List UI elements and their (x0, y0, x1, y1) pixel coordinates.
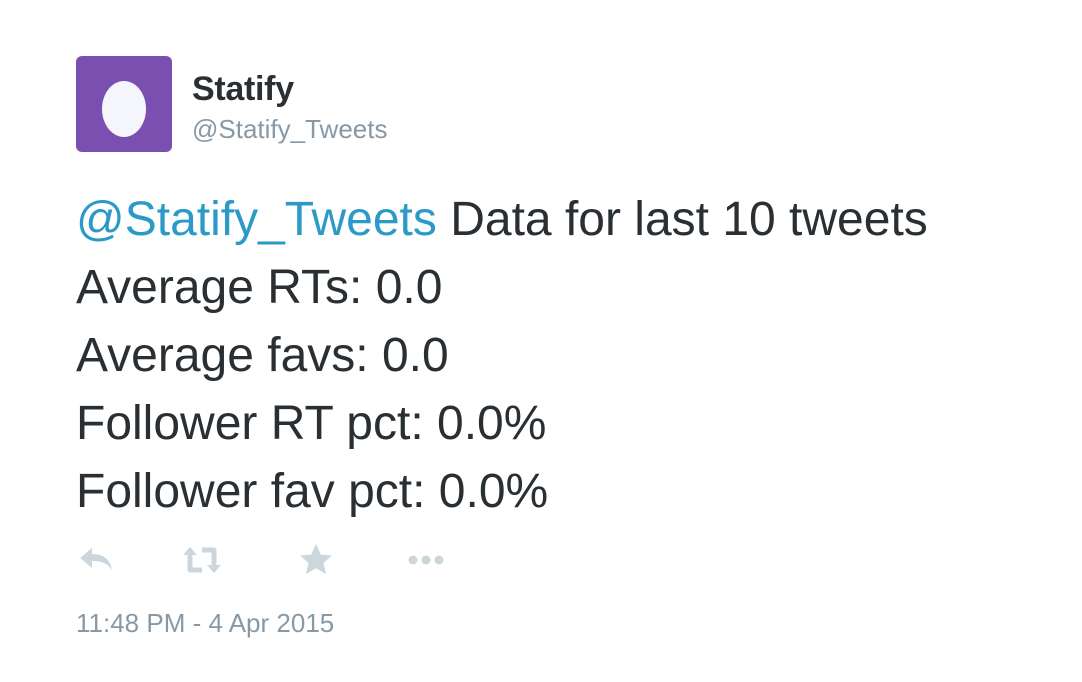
tweet-line-1: @Statify_Tweets Data for last 10 tweets (76, 186, 1076, 254)
more-dots-icon (408, 555, 444, 565)
timestamp[interactable]: 11:48 PM - 4 Apr 2015 (76, 608, 334, 639)
tweet-line-2: Average RTs: 0.0 (76, 261, 443, 314)
mention-link[interactable]: @Statify_Tweets (76, 193, 437, 246)
retweet-icon (183, 547, 221, 573)
egg-avatar-icon (76, 56, 172, 152)
more-button[interactable] (406, 540, 446, 580)
reply-icon (80, 548, 112, 570)
favorite-button[interactable] (296, 540, 336, 580)
avatar[interactable] (76, 56, 172, 152)
tweet-line-3: Average favs: 0.0 (76, 329, 449, 382)
tweet-line-1-text: Data for last 10 tweets (436, 193, 928, 246)
star-icon (300, 544, 332, 574)
tweet-line-5: Follower fav pct: 0.0% (76, 465, 549, 518)
tweet-card: Statify @Statify_Tweets @Statify_Tweets … (0, 0, 1082, 682)
display-name[interactable]: Statify (192, 70, 294, 109)
tweet-line-4: Follower RT pct: 0.0% (76, 397, 547, 450)
tweet-text: @Statify_Tweets Data for last 10 tweets … (76, 186, 1076, 526)
screen-name[interactable]: @Statify_Tweets (192, 114, 387, 145)
reply-button[interactable] (76, 540, 116, 580)
retweet-button[interactable] (182, 540, 222, 580)
